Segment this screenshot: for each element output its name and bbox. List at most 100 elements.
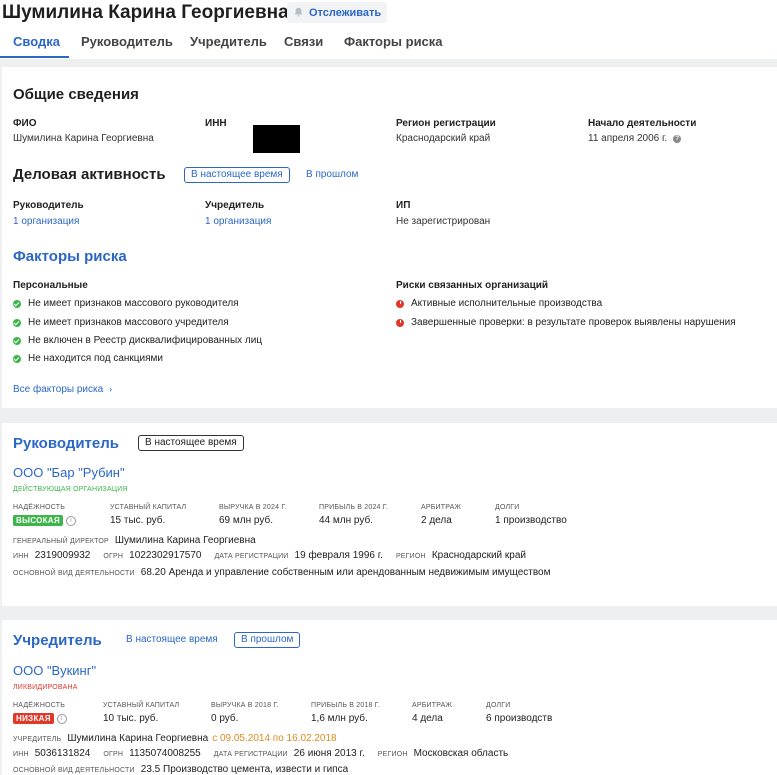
tab-links[interactable]: Связи	[284, 34, 323, 49]
manager-filter-now[interactable]: В настоящее время	[138, 435, 244, 451]
personal-risk-item: Не включен в Реестр дисквалифицированных…	[13, 335, 262, 346]
manager-card-title[interactable]: Руководитель	[13, 435, 119, 452]
ip-label: ИП	[396, 200, 411, 211]
founder-card: Учредитель В настоящее время В прошлом О…	[2, 620, 777, 775]
region-label: Регион регистрации	[396, 118, 496, 129]
activity-title: Деловая активность	[13, 166, 166, 183]
general-title: Общие сведения	[13, 86, 139, 103]
chevron-right-icon: ›	[109, 384, 113, 394]
arbitration-label: АРБИТРАЖ	[421, 504, 462, 511]
founder-filter-now[interactable]: В настоящее время	[126, 634, 218, 645]
requisites-row: ИНН 2319009932 ОГРН 1022302917570 ДАТА Р…	[13, 550, 526, 561]
reliability-row: ВЫСОКАЯ i	[13, 515, 76, 526]
warning-icon	[396, 299, 404, 308]
founder-label: Учредитель	[205, 200, 265, 211]
check-icon	[13, 354, 21, 363]
profit-label: ПРИБЫЛЬ В 2018 Г.	[311, 702, 381, 709]
manager-card: Руководитель В настоящее время ООО "Бар …	[2, 423, 777, 606]
debts-value[interactable]: 6 производств	[486, 713, 552, 724]
revenue-label: ВЫРУЧКА В 2024 Г.	[219, 504, 287, 511]
profit-value: 44 млн руб.	[319, 515, 373, 526]
regdate-value: 26 июня 2013 г.	[293, 748, 365, 759]
all-risk-factors-link[interactable]: Все факторы риска ›	[13, 384, 112, 395]
check-icon	[13, 299, 21, 308]
tab-founder[interactable]: Учредитель	[190, 34, 267, 49]
director-label: ГЕНЕРАЛЬНЫЙ ДИРЕКТОР	[13, 538, 109, 545]
inn-label: ИНН	[205, 118, 227, 129]
capital-value: 15 тыс. руб.	[110, 515, 166, 526]
ogrn-value: 1022302917570	[129, 550, 202, 561]
personal-label: Персональные	[13, 280, 88, 291]
debts-label: ДОЛГИ	[495, 504, 520, 511]
redacted-inn	[253, 125, 300, 153]
tab-risk-factors[interactable]: Факторы риска	[344, 34, 443, 49]
related-label: Риски связанных организаций	[396, 280, 549, 291]
check-icon	[13, 336, 21, 345]
founder-period: с 09.05.2014 по 16.02.2018	[212, 733, 337, 744]
reliability-badge: НИЗКАЯ	[13, 713, 54, 724]
reliability-label: НАДЁЖНОСТЬ	[13, 702, 66, 709]
page-title: Шумилина Карина Георгиевна	[2, 2, 289, 23]
personal-risk-item: Не находится под санкциями	[13, 353, 163, 364]
inn-value: 5036131824	[34, 748, 91, 759]
risk-title[interactable]: Факторы риска	[13, 248, 127, 265]
manager-label: Руководитель	[13, 200, 84, 211]
tab-bar: Сводка Руководитель Учредитель Связи Фак…	[0, 34, 777, 59]
revenue-label: ВЫРУЧКА В 2018 Г.	[211, 702, 279, 709]
company-link[interactable]: ООО "Бар "Рубин"	[13, 465, 125, 480]
warning-icon	[396, 318, 404, 327]
region-value: Московская область	[413, 748, 509, 759]
ip-value: Не зарегистрирован	[396, 216, 491, 227]
debts-label: ДОЛГИ	[486, 702, 511, 709]
active-tab-indicator	[0, 56, 69, 58]
manager-link[interactable]: 1 организация	[13, 216, 79, 227]
regdate-label: ДАТА РЕГИСТРАЦИИ	[213, 751, 288, 758]
check-icon	[13, 318, 21, 327]
founder-link[interactable]: 1 организация	[205, 216, 271, 227]
activity-now-toggle[interactable]: В настоящее время	[184, 167, 290, 183]
arbitration-value[interactable]: 2 дела	[421, 515, 452, 526]
start-row: 11 апреля 2006 г. ?	[588, 133, 682, 144]
track-button[interactable]: Отслеживать	[287, 2, 388, 23]
revenue-value: 69 млн руб.	[219, 515, 273, 526]
arbitration-label: АРБИТРАЖ	[412, 702, 453, 709]
activity-past-toggle[interactable]: В прошлом	[306, 169, 358, 180]
personal-risk-item: Не имеет признаков массового руководител…	[13, 298, 239, 309]
okved-value: 23.5 Производство цемента, извести и гип…	[140, 764, 349, 775]
reliability-row: НИЗКАЯ i	[13, 713, 67, 724]
okved-row: ОСНОВНОЙ ВИД ДЕЯТЕЛЬНОСТИ 68.20 Аренда и…	[13, 567, 551, 578]
inn-label: ИНН	[13, 553, 29, 560]
founder-filter-past[interactable]: В прошлом	[234, 632, 301, 648]
reliability-label: НАДЁЖНОСТЬ	[13, 504, 66, 511]
debts-value[interactable]: 1 производство	[495, 515, 567, 526]
ogrn-label: ОГРН	[103, 553, 124, 560]
related-risk-item: Завершенные проверки: в результате прове…	[396, 317, 736, 328]
page-header: Шумилина Карина Георгиевна Отслеживать С…	[0, 0, 777, 59]
founder-card-title[interactable]: Учредитель	[13, 632, 102, 649]
ogrn-label: ОГРН	[103, 751, 124, 758]
arbitration-value[interactable]: 4 дела	[412, 713, 443, 724]
info-icon[interactable]: i	[56, 713, 67, 724]
capital-value: 10 тыс. руб.	[103, 713, 159, 724]
tab-manager[interactable]: Руководитель	[81, 34, 173, 49]
tab-summary[interactable]: Сводка	[13, 34, 60, 49]
personal-risk-item: Не имеет признаков массового учредителя	[13, 317, 229, 328]
founder-value: Шумилина Карина Георгиевна	[67, 733, 209, 744]
company-status: ЛИКВИДИРОВАНА	[13, 684, 78, 691]
region-value: Краснодарский край	[431, 550, 526, 561]
okved-value: 68.20 Аренда и управление собственным ил…	[140, 567, 551, 578]
company-link[interactable]: ООО "Вукинг"	[13, 663, 96, 678]
regdate-value: 19 февраля 1996 г.	[294, 550, 383, 561]
start-label: Начало деятельности	[588, 118, 697, 129]
inn-label: ИНН	[13, 751, 29, 758]
ogrn-value: 1135074008255	[129, 748, 201, 759]
start-value: 11 апреля 2006 г.	[588, 133, 668, 144]
profit-label: ПРИБЫЛЬ В 2024 Г.	[319, 504, 389, 511]
founder-row: УЧРЕДИТЕЛЬ Шумилина Карина Георгиевна с …	[13, 733, 337, 744]
info-icon[interactable]: ?	[673, 134, 682, 143]
info-icon[interactable]: i	[65, 515, 76, 526]
related-risk-item: Активные исполнительные производства	[396, 298, 602, 309]
okved-label: ОСНОВНОЙ ВИД ДЕЯТЕЛЬНОСТИ	[13, 570, 135, 577]
inn-value: 2319009932	[34, 550, 91, 561]
track-button-label: Отслеживать	[309, 6, 382, 19]
